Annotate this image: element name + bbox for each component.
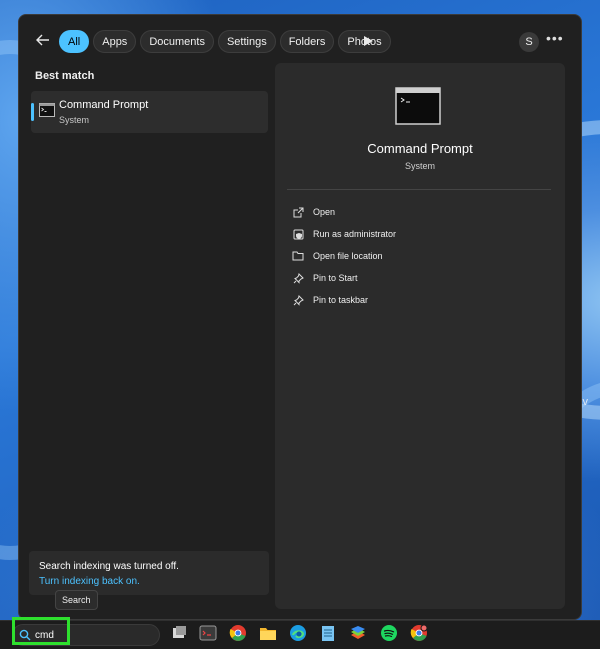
result-title: Command Prompt [59, 99, 149, 111]
bluestacks-icon[interactable] [349, 624, 367, 642]
search-panel: All Apps Documents Settings Folders Phot… [18, 14, 582, 620]
terminal-icon[interactable] [199, 624, 217, 642]
more-options-icon[interactable]: ••• [546, 30, 564, 46]
chrome-icon[interactable] [229, 624, 247, 642]
best-match-heading: Best match [35, 70, 95, 82]
search-highlight-box [12, 617, 70, 645]
filter-documents[interactable]: Documents [140, 30, 214, 53]
filter-bar: All Apps Documents Settings Folders Phot… [19, 15, 581, 63]
action-run-as-admin[interactable]: Run as administrator [291, 223, 396, 245]
filter-settings[interactable]: Settings [217, 30, 276, 53]
task-view-icon[interactable] [170, 624, 188, 642]
filter-apps[interactable]: Apps [93, 30, 137, 53]
account-avatar[interactable]: S [519, 32, 539, 52]
detail-title: Command Prompt [367, 141, 473, 156]
action-open[interactable]: Open [291, 201, 396, 223]
search-tooltip: Search [55, 590, 98, 610]
pin-icon [291, 271, 305, 285]
spotify-icon[interactable] [380, 624, 398, 642]
chrome-alt-icon[interactable] [410, 624, 428, 642]
action-pin-to-start-label: Pin to Start [313, 273, 358, 283]
action-run-as-admin-label: Run as administrator [313, 229, 397, 239]
edge-icon[interactable] [289, 624, 307, 642]
detail-pane: Command Prompt System Open Run as admini… [275, 63, 565, 609]
detail-subtitle: System [404, 161, 435, 171]
action-pin-to-start[interactable]: Pin to Start [291, 267, 396, 289]
command-prompt-large-icon [395, 87, 441, 125]
result-subtitle: System [59, 115, 90, 125]
filter-all[interactable]: All [59, 30, 90, 53]
filter-folders[interactable]: Folders [279, 30, 335, 53]
detail-divider [287, 189, 551, 190]
action-pin-to-taskbar[interactable]: Pin to taskbar [291, 289, 396, 311]
file-explorer-icon[interactable] [259, 624, 277, 642]
desktop-edge-text: v [582, 396, 589, 408]
back-arrow-icon [36, 34, 49, 46]
action-open-file-location-label: Open file location [313, 251, 383, 261]
back-button[interactable] [35, 32, 51, 48]
command-prompt-icon [39, 103, 55, 117]
open-external-icon [291, 205, 305, 219]
filter-chips: All Apps Documents Settings Folders Phot… [59, 30, 391, 53]
notepad-icon[interactable] [319, 624, 337, 642]
action-open-label: Open [313, 207, 336, 217]
best-match-result[interactable]: Command Prompt System [31, 91, 268, 133]
action-open-file-location[interactable]: Open file location [291, 245, 396, 267]
action-list: Open Run as administrator Open file loca… [291, 201, 396, 311]
folder-icon [291, 249, 305, 263]
shield-admin-icon [291, 227, 305, 241]
pin-taskbar-icon [291, 293, 305, 307]
indexing-notice: Search indexing was turned off. Turn ind… [29, 551, 269, 595]
indexing-message: Search indexing was turned off. [39, 561, 179, 572]
selection-indicator [31, 103, 34, 121]
turn-indexing-on-link[interactable]: Turn indexing back on. [39, 576, 140, 587]
play-more-filters-icon[interactable] [361, 35, 375, 47]
action-pin-to-taskbar-label: Pin to taskbar [313, 295, 369, 305]
